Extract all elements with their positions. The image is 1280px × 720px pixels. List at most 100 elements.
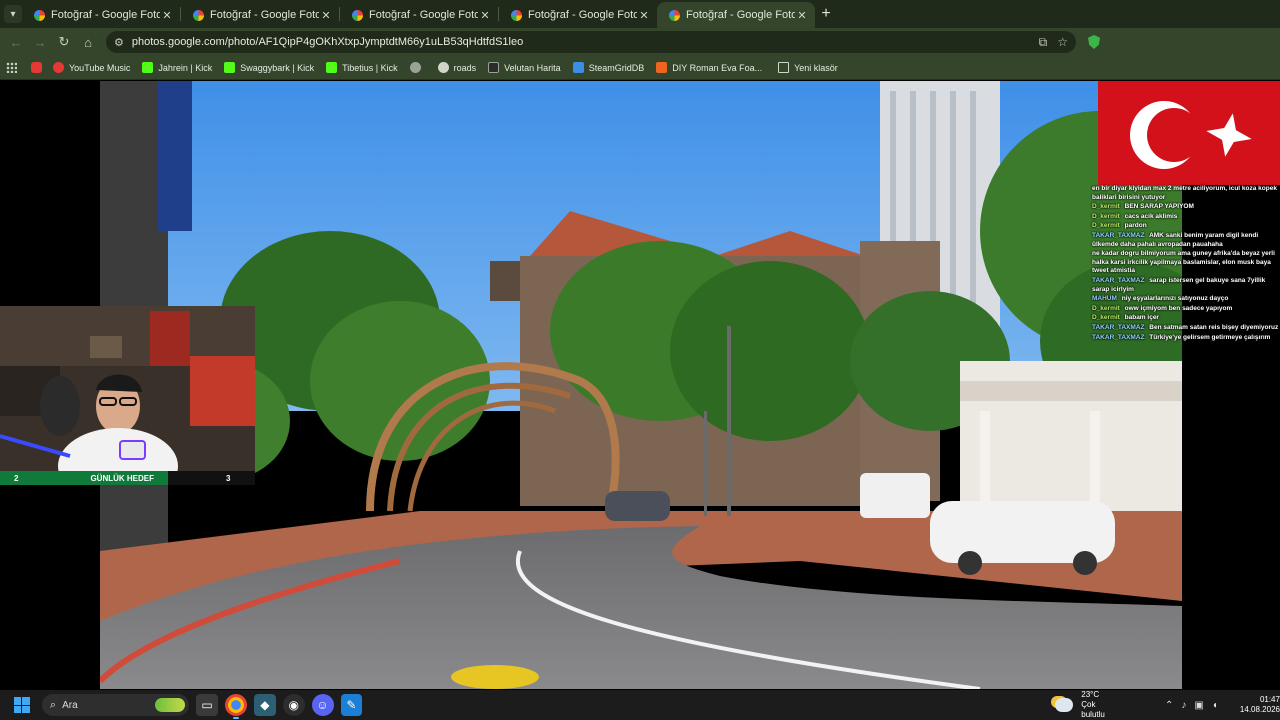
- close-icon[interactable]: ✕: [478, 9, 492, 22]
- globe-icon: [409, 62, 421, 73]
- tab-search-button[interactable]: ▾: [4, 5, 22, 23]
- chevron-up-icon[interactable]: ⌃: [1165, 700, 1173, 711]
- bookmark-star-icon[interactable]: ☆: [1057, 35, 1068, 49]
- bookmark-youtube-music[interactable]: YouTube Music: [53, 62, 130, 73]
- folder-icon: [778, 62, 790, 73]
- chat-message: en bir diyar kiyidan max 2 metre aciliyo…: [1092, 185, 1280, 202]
- chat-message: D_kermit cacs acik aklimis: [1092, 213, 1280, 222]
- chat-message: D_kermit BEN SARAP YAPIYOM: [1092, 203, 1280, 212]
- bookmark-label: Jahrein | Kick: [158, 62, 213, 73]
- bookmark-globe[interactable]: [409, 62, 426, 73]
- photo-viewer: en bir diyar kiyidan max 2 metre aciliyo…: [0, 81, 1280, 689]
- bookmark-folder-yeni-klasor[interactable]: Yeni klasör: [778, 62, 838, 73]
- chat-message: MAHUM niy eşyalarlarınızı satıyonuz dayç…: [1092, 295, 1280, 304]
- bookmark-roads[interactable]: roads: [437, 62, 477, 73]
- bookmark-label: roads: [453, 62, 477, 73]
- kick-icon: [326, 62, 338, 73]
- tab-1[interactable]: Fotoğraf - Google Fotoğraflar ✕: [22, 2, 180, 28]
- chat-username: TAKAR_TAXMAZ: [1092, 333, 1145, 341]
- weather-text: 23°C Çok bulutlu: [1081, 690, 1121, 720]
- bookmarks-bar: YouTube Music Jahrein | Kick Swaggybark …: [0, 56, 1280, 80]
- chat-message: D_kermit babam içer: [1092, 314, 1280, 323]
- google-photos-icon: [34, 9, 45, 21]
- discord-icon[interactable]: ☺: [311, 694, 334, 716]
- chat-message: TAKAR_TAXMAZ AMK sanki benim yaram digil…: [1092, 232, 1280, 249]
- stream-chat: en bir diyar kiyidan max 2 metre aciliyo…: [1092, 185, 1280, 365]
- kick-icon: [224, 62, 236, 73]
- weather-widget[interactable]: 23°C Çok bulutlu: [1055, 690, 1121, 720]
- bookmark-tibetius-kick[interactable]: Tibetius | Kick: [326, 62, 398, 73]
- back-button[interactable]: ←: [4, 30, 28, 54]
- chat-text: ne kadar dogru bilmiyorum ama guney afri…: [1092, 250, 1275, 275]
- reload-button[interactable]: ↻: [52, 30, 76, 54]
- clock-date: 14.08.2026: [1239, 705, 1280, 714]
- paint-icon[interactable]: ✎: [340, 694, 363, 716]
- bookmark-label: Velutan Harita: [504, 62, 561, 73]
- steamgriddb-icon: [572, 62, 584, 73]
- search-placeholder: Ara: [62, 699, 78, 711]
- goal-label: GÜNLÜK HEDEF: [90, 473, 155, 483]
- browser-toolbar: ← → ↻ ⌂ ⚙ photos.google.com/photo/AF1Qip…: [0, 28, 1280, 56]
- photo-image: [100, 81, 1182, 689]
- volume-icon[interactable]: ◖: [1212, 700, 1218, 711]
- bookmark-diy-roman[interactable]: DIY Roman Eva Foa...: [656, 62, 762, 73]
- bookmark-label: YouTube Music: [69, 62, 131, 73]
- bookmark-label: Tibetius | Kick: [342, 62, 398, 73]
- windows-taskbar: ⌕ Ara ▭ ◆ ◉ ☺ ✎ 23°C Çok bulutlu ⌃ ♪ ▣ ◖…: [0, 690, 1280, 720]
- extension-shield-icon[interactable]: [1088, 35, 1100, 49]
- chrome-icon[interactable]: [225, 694, 247, 719]
- tab-4[interactable]: Fotoğraf - Google Fotoğraflar ✕: [499, 2, 657, 28]
- tab-title: Fotoğraf - Google Fotoğraflar: [369, 9, 478, 21]
- display-icon[interactable]: ▣: [1194, 700, 1203, 711]
- app-icon[interactable]: ◆: [253, 694, 276, 716]
- bookmark-velutan-harita[interactable]: Velutan Harita: [488, 62, 561, 73]
- apps-grid-icon[interactable]: [6, 62, 17, 73]
- tab-2[interactable]: Fotoğraf - Google Fotoğraflar ✕: [181, 2, 339, 28]
- file-explorer-icon[interactable]: ▭: [196, 694, 218, 716]
- tab-5-active[interactable]: Fotoğraf - Google Fotoğraflar ✕: [657, 2, 815, 28]
- kick-icon: [142, 62, 154, 73]
- close-icon[interactable]: ✕: [160, 9, 174, 22]
- bookmark-swaggybark-kick[interactable]: Swaggybark | Kick: [224, 62, 314, 73]
- bookmark-youtube[interactable]: [31, 62, 47, 73]
- bookmark-steamgriddb[interactable]: SteamGridDB: [572, 62, 644, 73]
- chat-message: TAKAR_TAXMAZ Türkiye'ye gelirsem getirme…: [1092, 334, 1280, 343]
- roads-icon: [437, 62, 449, 73]
- chat-username: MAHUM: [1092, 295, 1117, 303]
- obs-icon[interactable]: ◉: [282, 694, 305, 716]
- google-photos-icon: [352, 9, 363, 21]
- bookmark-jahrein-kick[interactable]: Jahrein | Kick: [142, 62, 212, 73]
- chat-text: Ben satmam satan reis bişey diyemiyoruz: [1149, 323, 1279, 331]
- street-photo[interactable]: [100, 81, 1182, 689]
- system-clock[interactable]: 01:47 14.08.2026: [1240, 695, 1280, 715]
- microphone-icon[interactable]: ♪: [1181, 700, 1186, 711]
- close-icon[interactable]: ✕: [637, 9, 651, 22]
- tab-title: Fotoğraf - Google Fotoğraflar: [51, 9, 160, 21]
- windows-start-icon[interactable]: [14, 697, 30, 713]
- weather-desc: Çok bulutlu: [1081, 700, 1105, 719]
- address-bar[interactable]: ⚙ photos.google.com/photo/AF1QipP4gOKhXt…: [106, 31, 1076, 53]
- google-photos-icon: [669, 9, 680, 21]
- site-info-icon[interactable]: ⚙: [114, 36, 124, 49]
- taskbar-search[interactable]: ⌕ Ara: [41, 694, 190, 716]
- tab-strip: ▾ Fotoğraf - Google Fotoğraflar ✕ Fotoğr…: [0, 0, 1280, 28]
- cloudy-weather-icon: [1055, 698, 1074, 712]
- tab-3[interactable]: Fotoğraf - Google Fotoğraflar ✕: [340, 2, 498, 28]
- new-tab-button[interactable]: +: [815, 5, 837, 23]
- turkish-flag-overlay: [1098, 81, 1280, 185]
- close-icon[interactable]: ✕: [795, 9, 809, 22]
- home-button[interactable]: ⌂: [76, 30, 100, 54]
- chat-message: TAKAR_TAXMAZ Ben satmam satan reis bişey…: [1092, 324, 1280, 333]
- tab-title: Fotoğraf - Google Fotoğraflar: [210, 9, 319, 21]
- bookmark-label: Swaggybark | Kick: [240, 62, 315, 73]
- chat-text: cacs acik aklimis: [1124, 212, 1178, 220]
- install-app-icon[interactable]: ⧉: [1039, 35, 1048, 50]
- chat-username: TAKAR_TAXMAZ: [1092, 276, 1145, 284]
- close-icon[interactable]: ✕: [319, 9, 333, 22]
- chat-username: D_kermit: [1092, 222, 1120, 230]
- chat-text: en bir diyar kiyidan max 2 metre aciliyo…: [1092, 185, 1277, 201]
- url-text[interactable]: photos.google.com/photo/AF1QipP4gOKhXtxp…: [132, 36, 1029, 48]
- forward-button[interactable]: →: [28, 30, 52, 54]
- chat-text: niy eşyalarlarınızı satıyonuz dayço: [1121, 295, 1229, 303]
- youtube-icon: [31, 62, 42, 73]
